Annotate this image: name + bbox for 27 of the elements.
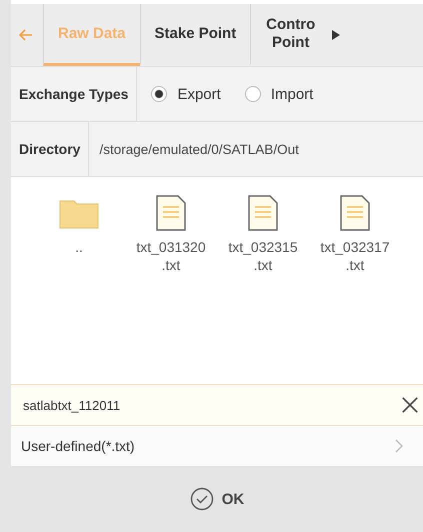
file-item[interactable]: txt_032317 .txt [311, 195, 399, 274]
file-name: txt_031320 .txt [135, 239, 207, 274]
radio-icon[interactable] [151, 86, 168, 102]
row-label: Directory [11, 122, 90, 176]
row-label: Exchange Types [11, 67, 138, 121]
file-name: txt_032315 .txt [227, 239, 299, 274]
scroll-right-icon[interactable] [332, 30, 340, 40]
file-name: txt_032317 .txt [319, 239, 391, 274]
tab[interactable]: Contro Point [250, 4, 330, 66]
close-icon[interactable] [401, 396, 419, 414]
filename-field[interactable]: satlabtxt_112011 [21, 396, 401, 414]
radio-icon[interactable] [244, 86, 261, 102]
radio-option[interactable]: Export [151, 86, 221, 102]
radio-label: Export [177, 86, 221, 102]
directory-path: /storage/emulated/0/SATLAB/Out [98, 142, 299, 156]
file-item[interactable]: txt_031320 .txt [127, 195, 215, 274]
ok-button[interactable]: OK [180, 481, 254, 517]
chevron-right-icon [395, 439, 403, 453]
filename-input[interactable]: satlabtxt_112011 [11, 384, 423, 426]
radio-label: Import [270, 86, 314, 102]
format-selector[interactable]: User-defined(*.txt) [11, 426, 423, 466]
radio-option[interactable]: Import [244, 86, 314, 102]
checkmark-circle-icon [190, 487, 214, 511]
tab[interactable]: Stake Point [140, 4, 250, 66]
file-item[interactable]: .. [35, 195, 123, 256]
file-item[interactable]: txt_032315 .txt [219, 195, 307, 274]
file-name: .. [74, 239, 84, 256]
